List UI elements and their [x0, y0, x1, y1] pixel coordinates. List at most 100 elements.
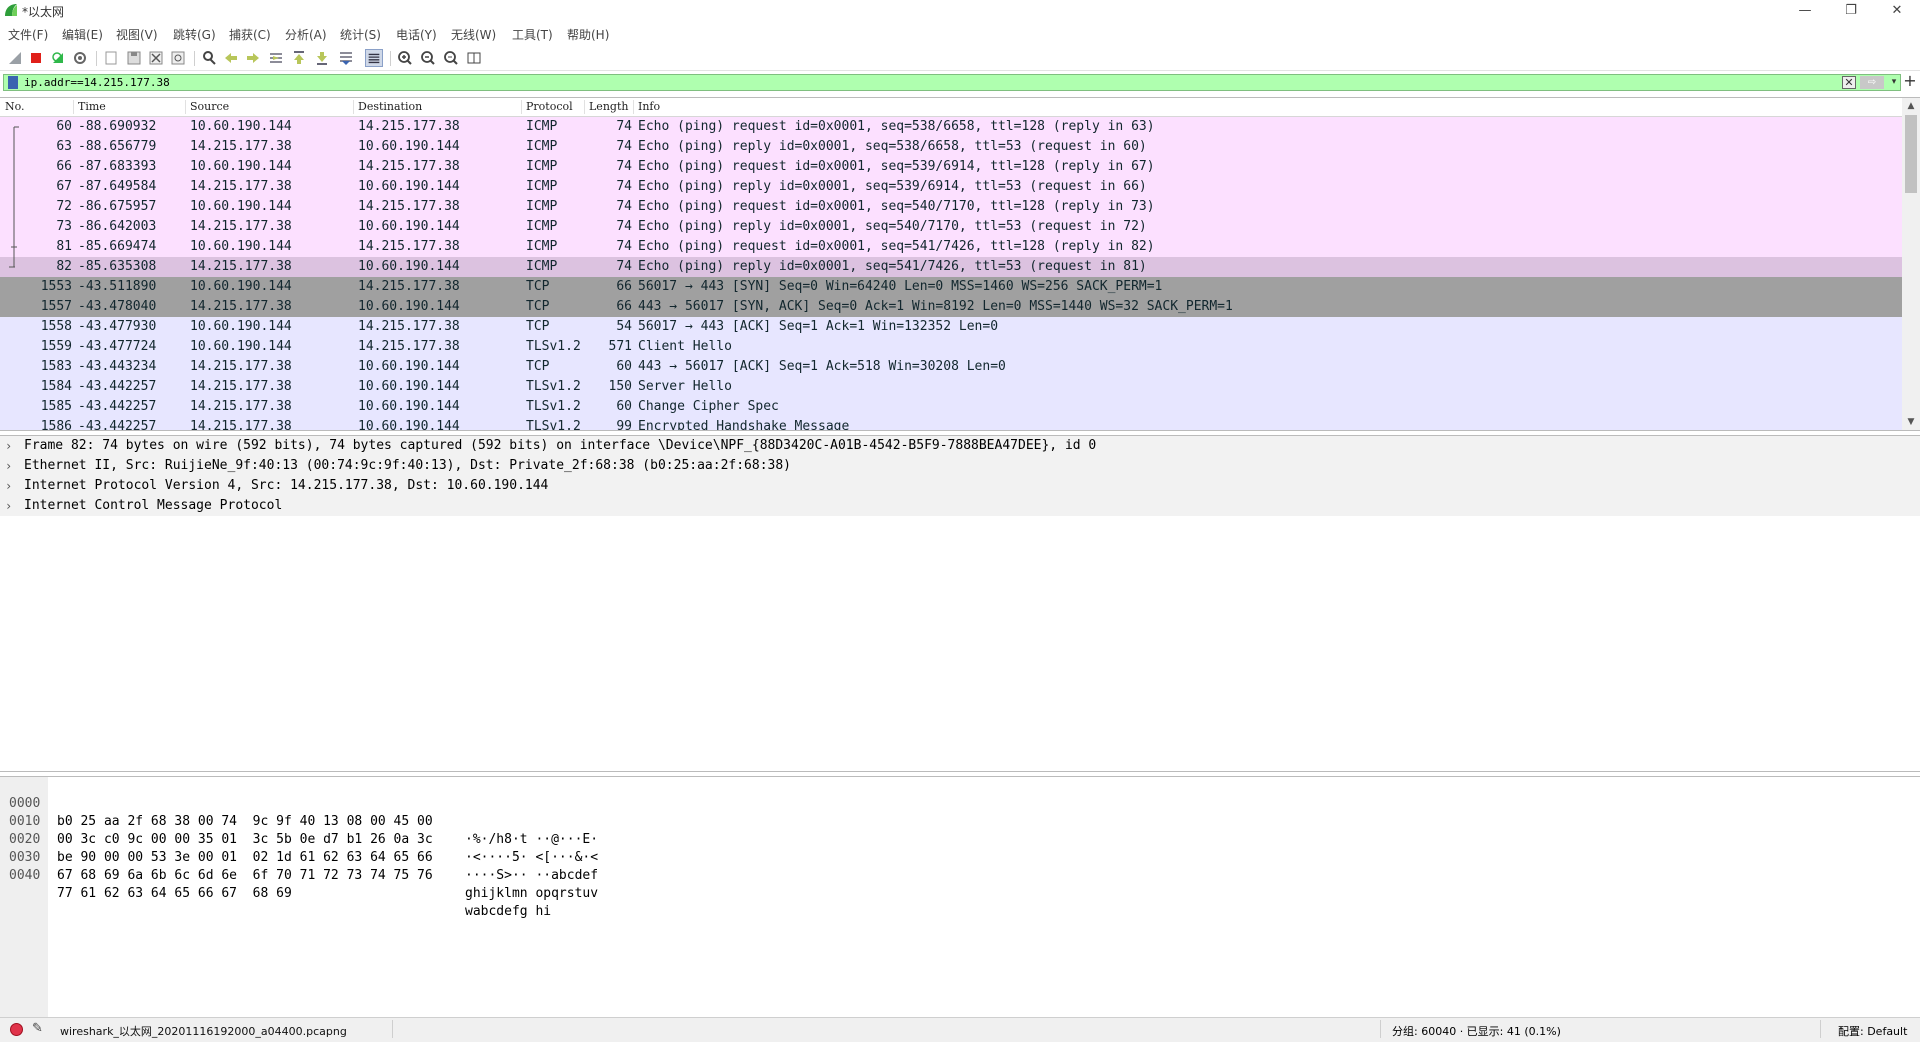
display-filter-input[interactable] [24, 75, 1824, 90]
filter-history-dropdown-icon[interactable]: ▾ [1888, 76, 1900, 89]
packet-protocol: TCP [526, 299, 550, 314]
related-packet-marker-icon [13, 137, 15, 157]
packet-bytes-pane[interactable]: 0000 b0 25 aa 2f 68 38 00 74 9c 9f 40 13… [0, 776, 1920, 1017]
menu-view[interactable]: 视图(V) [116, 26, 158, 43]
column-header-no[interactable]: No. [5, 100, 25, 113]
packet-destination: 14.215.177.38 [358, 319, 460, 334]
expand-arrow-icon[interactable]: › [5, 456, 12, 476]
packet-row[interactable]: 72 -86.675957 10.60.190.144 14.215.177.38 IC… [0, 197, 1902, 217]
byte-hex[interactable]: 67 68 69 6a 6b 6c 6d 6e 6f 70 71 72 73 7… [57, 867, 433, 885]
capture-options-icon[interactable] [71, 49, 89, 67]
autoscroll-icon[interactable] [337, 49, 355, 67]
scroll-thumb[interactable] [1905, 115, 1917, 193]
minimize-button[interactable]: — [1782, 0, 1828, 22]
packet-row[interactable]: 82 -85.635308 14.215.177.38 10.60.190.144 IC… [0, 257, 1902, 277]
resize-columns-icon[interactable] [465, 49, 483, 67]
menu-analyze[interactable]: 分析(A) [285, 26, 327, 43]
zoom-out-icon[interactable] [419, 49, 437, 67]
packet-time: -43.477930 [78, 319, 157, 334]
packet-length: 66 [616, 299, 632, 314]
menu-help[interactable]: 帮助(H) [567, 26, 609, 43]
packet-row[interactable]: 1557 -43.478040 14.215.177.38 10.60.190.144… [0, 297, 1902, 317]
menu-telephony[interactable]: 电话(Y) [396, 26, 437, 43]
packet-row[interactable]: 1558 -43.477930 10.60.190.144 14.215.177.38… [0, 317, 1902, 337]
stop-capture-icon[interactable] [27, 49, 45, 67]
expand-arrow-icon[interactable]: › [5, 476, 12, 496]
add-filter-button-icon[interactable]: + [1902, 72, 1918, 90]
packet-row[interactable]: 81 -85.669474 10.60.190.144 14.215.177.38 IC… [0, 237, 1902, 257]
scroll-up-icon[interactable]: ▲ [1902, 98, 1920, 114]
byte-hex[interactable]: 00 3c c0 9c 00 00 35 01 3c 5b 0e d7 b1 2… [57, 831, 433, 849]
byte-offset: 0040 [9, 868, 41, 883]
column-header-source[interactable]: Source [190, 100, 229, 113]
detail-row-frame[interactable]: › Frame 82: 74 bytes on wire (592 bits),… [0, 436, 1920, 456]
expand-arrow-icon[interactable]: › [5, 436, 12, 456]
go-to-packet-icon[interactable] [267, 49, 285, 67]
packet-row[interactable]: 1584 -43.442257 14.215.177.38 10.60.190.144… [0, 377, 1902, 397]
packet-row[interactable]: 1586 -43.442257 14.215.177.38 10.60.190.144… [0, 417, 1902, 430]
packet-row[interactable]: 63 -88.656779 14.215.177.38 10.60.190.144 IC… [0, 137, 1902, 157]
apply-filter-icon[interactable]: ⇨ [1860, 76, 1884, 89]
scroll-down-icon[interactable]: ▼ [1902, 414, 1920, 430]
restore-button[interactable]: ❐ [1828, 0, 1874, 22]
status-profile[interactable]: 配置: Default [1838, 1023, 1907, 1039]
column-header-protocol[interactable]: Protocol [526, 100, 573, 113]
column-header-length[interactable]: Length [589, 100, 628, 113]
byte-hex[interactable]: b0 25 aa 2f 68 38 00 74 9c 9f 40 13 08 0… [57, 813, 433, 831]
detail-row-icmp[interactable]: › Internet Control Message Protocol [0, 496, 1920, 516]
close-button[interactable]: ✕ [1874, 0, 1920, 22]
clear-filter-icon[interactable]: ✕ [1842, 76, 1856, 89]
detail-row-ipv4[interactable]: › Internet Protocol Version 4, Src: 14.2… [0, 476, 1920, 496]
menu-wireless[interactable]: 无线(W) [451, 26, 496, 43]
packet-row[interactable]: 73 -86.642003 14.215.177.38 10.60.190.144 IC… [0, 217, 1902, 237]
find-packet-icon[interactable] [200, 49, 218, 67]
detail-text: Internet Control Message Protocol [24, 498, 283, 513]
packet-row[interactable]: 60 -88.690932 10.60.190.144 14.215.177.38 IC… [0, 117, 1902, 137]
packet-length: 74 [616, 119, 632, 134]
byte-hex[interactable]: be 90 00 00 53 3e 00 01 02 1d 61 62 63 6… [57, 849, 433, 867]
byte-ascii[interactable]: ·<····5· <[···&·< [465, 849, 598, 867]
shark-fin-start-icon[interactable] [6, 49, 24, 67]
detail-row-ethernet[interactable]: › Ethernet II, Src: RuijieNe_9f:40:13 (0… [0, 456, 1920, 476]
menu-capture[interactable]: 捕获(C) [229, 26, 271, 43]
packet-list-pane[interactable]: No. Time Source Destination Protocol Len… [0, 97, 1920, 431]
byte-ascii[interactable]: ····S>·· ··abcdef [465, 867, 598, 885]
last-packet-icon[interactable] [313, 49, 331, 67]
packet-row[interactable]: 66 -87.683393 10.60.190.144 14.215.177.38 IC… [0, 157, 1902, 177]
go-back-icon[interactable] [222, 49, 240, 67]
main-toolbar [0, 48, 1920, 71]
first-packet-icon[interactable] [290, 49, 308, 67]
packet-row[interactable]: 1585 -43.442257 14.215.177.38 10.60.190.144… [0, 397, 1902, 417]
packet-list-scrollbar[interactable]: ▲ ▼ [1902, 98, 1920, 430]
expand-arrow-icon[interactable]: › [5, 496, 12, 516]
column-header-destination[interactable]: Destination [358, 100, 422, 113]
packet-row[interactable]: 1583 -43.443234 14.215.177.38 10.60.190.144… [0, 357, 1902, 377]
reload-file-icon[interactable] [169, 49, 187, 67]
expert-info-icon[interactable] [10, 1023, 23, 1036]
packet-details-pane[interactable]: › Frame 82: 74 bytes on wire (592 bits),… [0, 435, 1920, 772]
menu-tools[interactable]: 工具(T) [512, 26, 553, 43]
capture-comment-icon[interactable]: ✎ [32, 1021, 43, 1036]
bookmark-icon[interactable] [8, 76, 18, 89]
go-forward-icon[interactable] [244, 49, 262, 67]
packet-row[interactable]: 1559 -43.477724 10.60.190.144 14.215.177.38… [0, 337, 1902, 357]
zoom-in-icon[interactable] [396, 49, 414, 67]
menu-file[interactable]: 文件(F) [8, 26, 48, 43]
menu-statistics[interactable]: 统计(S) [340, 26, 381, 43]
byte-ascii[interactable]: ghijklmn opqrstuv [465, 885, 598, 903]
byte-ascii[interactable]: ·%·/h8·t ··@···E· [465, 831, 598, 849]
save-file-icon[interactable] [125, 49, 143, 67]
colorize-icon[interactable] [365, 49, 383, 67]
byte-hex[interactable]: 77 61 62 63 64 65 66 67 68 69 [57, 885, 292, 903]
column-header-info[interactable]: Info [638, 100, 660, 113]
normal-size-icon[interactable] [442, 49, 460, 67]
close-file-icon[interactable] [147, 49, 165, 67]
menu-edit[interactable]: 编辑(E) [62, 26, 103, 43]
restart-capture-icon[interactable] [49, 49, 67, 67]
open-file-icon[interactable] [102, 49, 120, 67]
packet-row[interactable]: 67 -87.649584 14.215.177.38 10.60.190.144 IC… [0, 177, 1902, 197]
packet-row[interactable]: 1553 -43.511890 10.60.190.144 14.215.177.38… [0, 277, 1902, 297]
column-header-time[interactable]: Time [78, 100, 106, 113]
menu-go[interactable]: 跳转(G) [173, 26, 216, 43]
byte-ascii[interactable]: wabcdefg hi [465, 903, 551, 921]
